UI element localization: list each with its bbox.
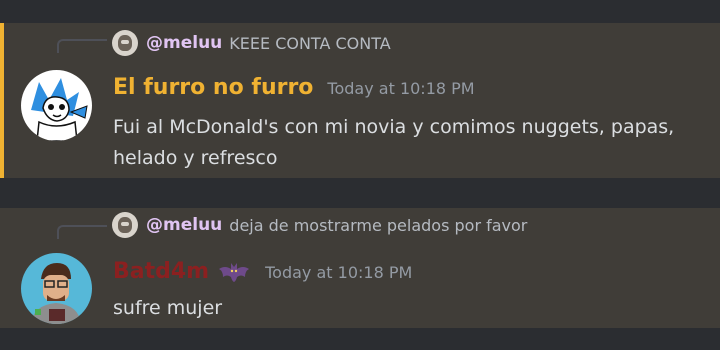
reply-avatar[interactable] xyxy=(112,30,138,56)
username[interactable]: Batd4m xyxy=(113,259,209,284)
reply-preview[interactable]: @meluu deja de mostrarme pelados por fav… xyxy=(112,212,527,238)
message: @meluu KEEE CONTA CONTA El furro no furr… xyxy=(0,23,720,178)
reply-text[interactable]: deja de mostrarme pelados por favor xyxy=(229,216,527,235)
avatar-person-image xyxy=(21,253,92,324)
reply-mention[interactable]: @meluu xyxy=(146,215,222,235)
reply-avatar[interactable] xyxy=(112,212,138,238)
timestamp[interactable]: Today at 10:18 PM xyxy=(327,79,474,98)
avatar[interactable] xyxy=(21,253,92,324)
message-header: Batd4m Today at 10:18 PM xyxy=(113,259,412,284)
timestamp[interactable]: Today at 10:18 PM xyxy=(265,263,412,282)
reply-text[interactable]: KEEE CONTA CONTA xyxy=(229,34,390,53)
reply-spine xyxy=(57,39,107,53)
bat-icon xyxy=(219,262,250,282)
reply-mention[interactable]: @meluu xyxy=(146,33,222,53)
reply-spine xyxy=(57,225,107,239)
reply-preview[interactable]: @meluu KEEE CONTA CONTA xyxy=(112,30,391,56)
message: @meluu deja de mostrarme pelados por fav… xyxy=(0,208,720,328)
avatar-furry-image xyxy=(21,70,92,141)
message-header: El furro no furro Today at 10:18 PM xyxy=(113,75,475,100)
username[interactable]: El furro no furro xyxy=(113,75,313,100)
avatar[interactable] xyxy=(21,70,92,141)
message-content: sufre mujer xyxy=(113,297,223,319)
message-content: Fui al McDonald's con mi novia y comimos… xyxy=(113,116,675,169)
